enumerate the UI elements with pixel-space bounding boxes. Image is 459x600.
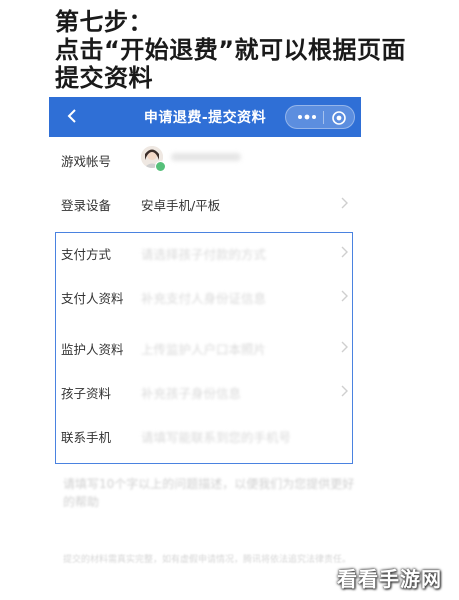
caption-line-1: 第七步： [55, 8, 153, 36]
device-value: 安卓手机/平板 [141, 198, 221, 213]
description-note: 请填写10个字以上的问题描述，以便我们为您提供更好的帮助 [63, 477, 355, 509]
mini-program-capsule [285, 105, 355, 129]
target-icon [332, 111, 346, 125]
more-dots-icon [298, 114, 316, 120]
site-watermark: 看看手游网 [337, 567, 442, 591]
more-button[interactable] [294, 109, 320, 125]
online-badge [155, 161, 166, 172]
legal-note: 提交的材料需真实完整，如有虚假申请情况，腾讯将依法追究法律责任。 [63, 555, 352, 565]
caption-line-2: 点击“开始退费”就可以根据页面 [55, 36, 407, 64]
caption-line-3: 提交资料 [55, 64, 153, 92]
capsule-divider [323, 111, 324, 124]
account-row: 游戏帐号 [49, 137, 361, 181]
instruction-caption: 第七步： 点击“开始退费”就可以根据页面 提交资料 [55, 8, 445, 92]
account-label: 游戏帐号 [61, 154, 112, 169]
chevron-right-icon [341, 197, 348, 209]
device-row[interactable]: 登录设备 安卓手机/平板 [49, 181, 361, 225]
account-id-blurred [171, 153, 241, 161]
device-chevron [339, 195, 349, 211]
device-label: 登录设备 [61, 198, 112, 213]
top-nav-bar: 申请退费-提交资料 [49, 97, 361, 137]
form-highlight-box [55, 232, 353, 464]
close-mini-program-button[interactable] [330, 109, 348, 127]
